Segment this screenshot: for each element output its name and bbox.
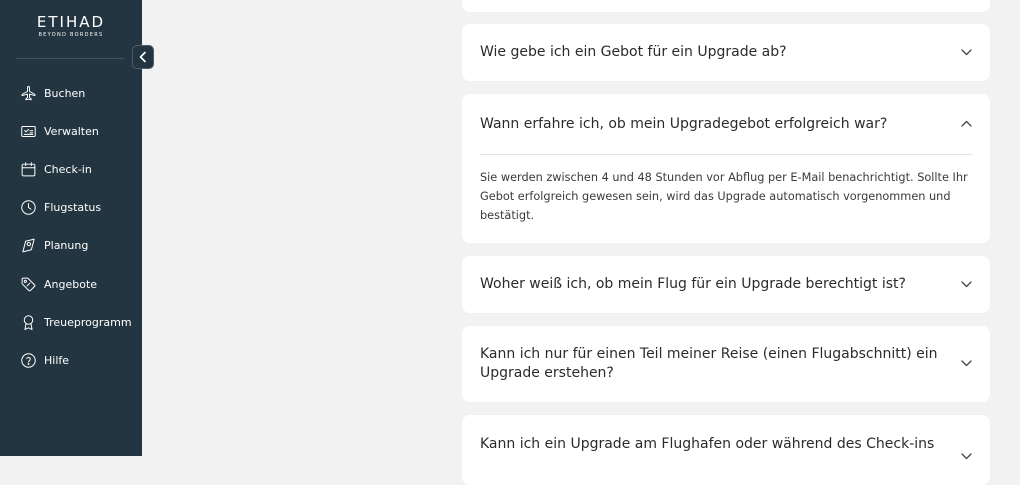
- ticket-icon: [21, 125, 36, 137]
- chevron-down-icon: [961, 48, 972, 55]
- faq-question: Woher weiß ich, ob mein Flug für ein Upg…: [480, 276, 906, 292]
- chevron-left-icon: [139, 51, 146, 63]
- sidebar-item-verwalten[interactable]: Verwalten: [0, 112, 142, 150]
- faq-answer: Sie werden zwischen 4 und 48 Stunden vor…: [480, 154, 972, 225]
- map-pin-icon: [22, 238, 35, 253]
- faq-item[interactable]: Kann ich ein Upgrade am Flughafen oder w…: [462, 415, 990, 485]
- calendar-icon: [21, 162, 36, 177]
- chevron-up-icon: [961, 120, 972, 127]
- faq-item[interactable]: Kann ich nur für einen Teil meiner Reise…: [462, 326, 990, 402]
- faq-question-button[interactable]: Kann ich nur für einen Teil meiner Reise…: [462, 326, 990, 402]
- faq-question-button[interactable]: Kann ich ein Upgrade am Flughafen oder w…: [462, 415, 990, 485]
- sidebar-item-planung[interactable]: Planung: [0, 227, 142, 265]
- sidebar-item-label: Verwalten: [44, 124, 99, 138]
- sidebar: ETIHAD BEYOND BORDERS Buchen Verwalten C…: [0, 0, 142, 456]
- sidebar-item-label: Treueprogramm: [44, 315, 132, 329]
- sidebar-item-buchen[interactable]: Buchen: [0, 74, 142, 112]
- main-content: Wie gebe ich ein Gebot für ein Upgrade a…: [142, 0, 1020, 485]
- sidebar-item-label: Hilfe: [44, 353, 70, 367]
- clock-icon: [21, 200, 36, 215]
- sidebar-item-label: Angebote: [44, 277, 98, 291]
- sidebar-item-label: Planung: [44, 239, 89, 253]
- sidebar-item-check-in[interactable]: Check-in: [0, 150, 142, 188]
- faq-question: Wann erfahre ich, ob mein Upgradegebot e…: [480, 115, 888, 132]
- sidebar-divider: [16, 58, 124, 59]
- chevron-down-icon: [961, 360, 972, 367]
- sidebar-item-angebote[interactable]: Angebote: [0, 265, 142, 303]
- faq-question-button[interactable]: Woher weiß ich, ob mein Flug für ein Upg…: [462, 256, 990, 313]
- faq-item[interactable]: Wie gebe ich ein Gebot für ein Upgrade a…: [462, 24, 990, 81]
- faq-question-button[interactable]: Wie gebe ich ein Gebot für ein Upgrade a…: [462, 24, 990, 81]
- plane-icon: [21, 85, 36, 100]
- faq-question: Wie gebe ich ein Gebot für ein Upgrade a…: [480, 44, 787, 60]
- faq-card-partial[interactable]: [462, 0, 990, 12]
- faq-item[interactable]: Woher weiß ich, ob mein Flug für ein Upg…: [462, 256, 990, 313]
- sidebar-item-flugstatus[interactable]: Flugstatus: [0, 189, 142, 227]
- faq-item-expanded[interactable]: Wann erfahre ich, ob mein Upgradegebot e…: [462, 94, 990, 243]
- faq-question: Kann ich nur für einen Teil meiner Reise…: [480, 346, 938, 381]
- chevron-down-icon: [961, 280, 972, 287]
- sidebar-item-treueprogramm[interactable]: Treueprogramm: [0, 303, 142, 341]
- sidebar-item-hilfe[interactable]: Hilfe: [0, 341, 142, 379]
- logo-tagline: BEYOND BORDERS: [38, 32, 104, 38]
- sidebar-item-label: Flugstatus: [44, 201, 102, 215]
- faq-question-button[interactable]: Wann erfahre ich, ob mein Upgradegebot e…: [462, 94, 990, 154]
- collapse-sidebar-button[interactable]: [132, 45, 154, 69]
- logo-wordmark: ETIHAD: [36, 13, 106, 31]
- etihad-logo[interactable]: ETIHAD BEYOND BORDERS: [0, 14, 142, 38]
- sidebar-item-label: Buchen: [44, 86, 86, 100]
- tag-icon: [21, 277, 36, 291]
- help-icon: [21, 353, 36, 368]
- sidebar-item-label: Check-in: [44, 162, 92, 176]
- chevron-down-icon: [961, 453, 972, 460]
- faq-question: Kann ich ein Upgrade am Flughafen oder w…: [480, 436, 935, 452]
- award-icon: [23, 314, 34, 330]
- sidebar-nav: Buchen Verwalten Check-in Flugstatus Pla…: [0, 74, 142, 380]
